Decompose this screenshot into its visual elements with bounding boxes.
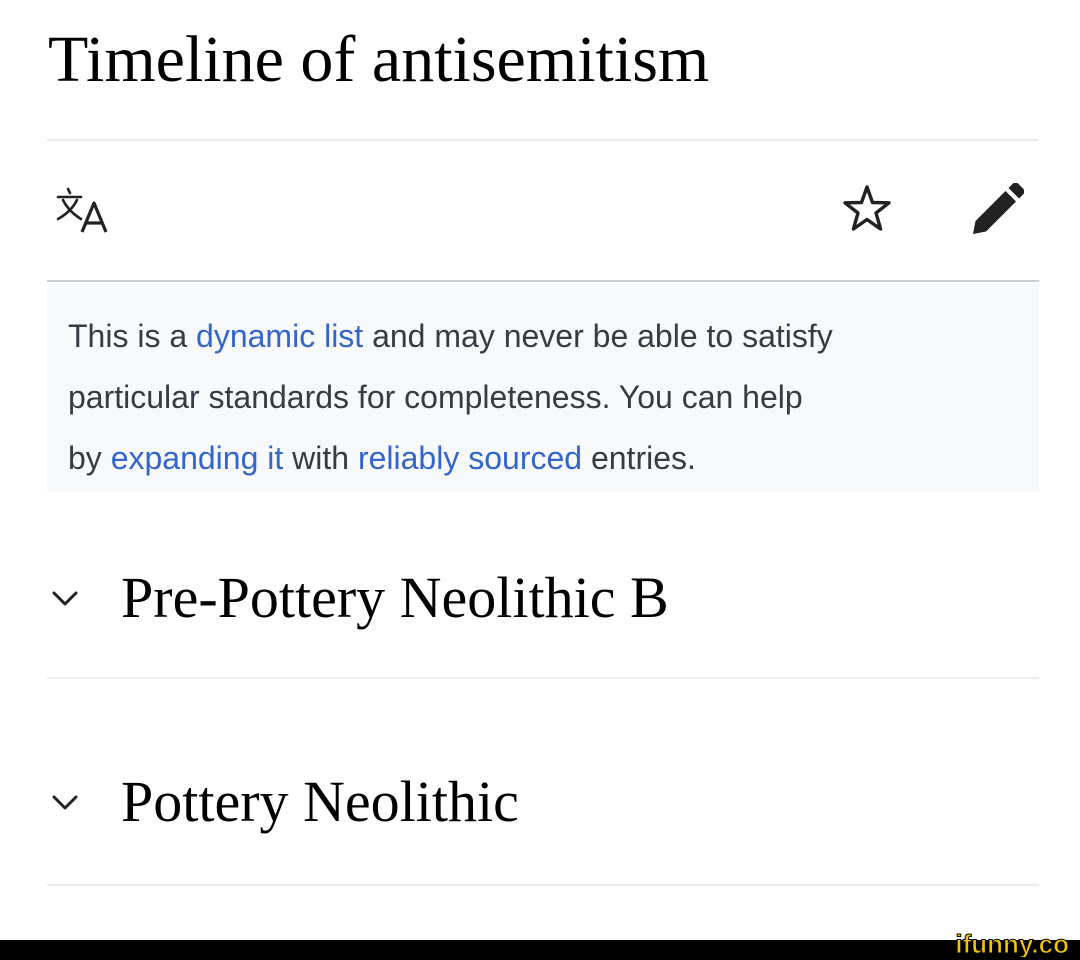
pencil-icon[interactable] (970, 183, 1024, 237)
reliably-sourced-link[interactable]: reliably sourced (358, 440, 582, 476)
section-divider (47, 884, 1039, 886)
expanding-it-link[interactable]: expanding it (111, 440, 284, 476)
notice-text-segment: This is a (68, 318, 197, 354)
notice-text-segment: entries. (582, 440, 696, 476)
notice-text-segment: with (283, 440, 358, 476)
svg-text:ifunny.co: ifunny.co (955, 929, 1069, 957)
translate-icon[interactable] (56, 186, 118, 236)
title-divider (47, 139, 1039, 141)
chevron-down-icon (52, 795, 78, 810)
dynamic-list-link[interactable]: dynamic list (196, 318, 363, 354)
notice-text-segment: particular standards for completeness. Y… (68, 379, 803, 415)
chevron-down-icon (52, 591, 78, 606)
dynamic-list-notice: This is a dynamic list and may never be … (47, 284, 1039, 492)
notice-text: This is a dynamic list and may never be … (68, 306, 1019, 489)
section-title: Pottery Neolithic (121, 769, 519, 834)
footer-bar (0, 940, 1080, 960)
toolbar-divider (47, 280, 1039, 282)
section-divider (47, 677, 1039, 679)
notice-text-segment: and may never be able to satisfy (363, 318, 833, 354)
section-header-pre-pottery-neolithic-b[interactable]: Pre-Pottery Neolithic B (47, 554, 1039, 664)
section-header-pottery-neolithic[interactable]: Pottery Neolithic (47, 758, 1039, 868)
section-title: Pre-Pottery Neolithic B (121, 565, 669, 630)
notice-text-segment: by (68, 440, 111, 476)
ifunny-watermark-logo: ifunny.co (955, 929, 1070, 957)
star-icon[interactable] (841, 183, 893, 235)
page-title: Timeline of antisemitism (48, 23, 710, 96)
